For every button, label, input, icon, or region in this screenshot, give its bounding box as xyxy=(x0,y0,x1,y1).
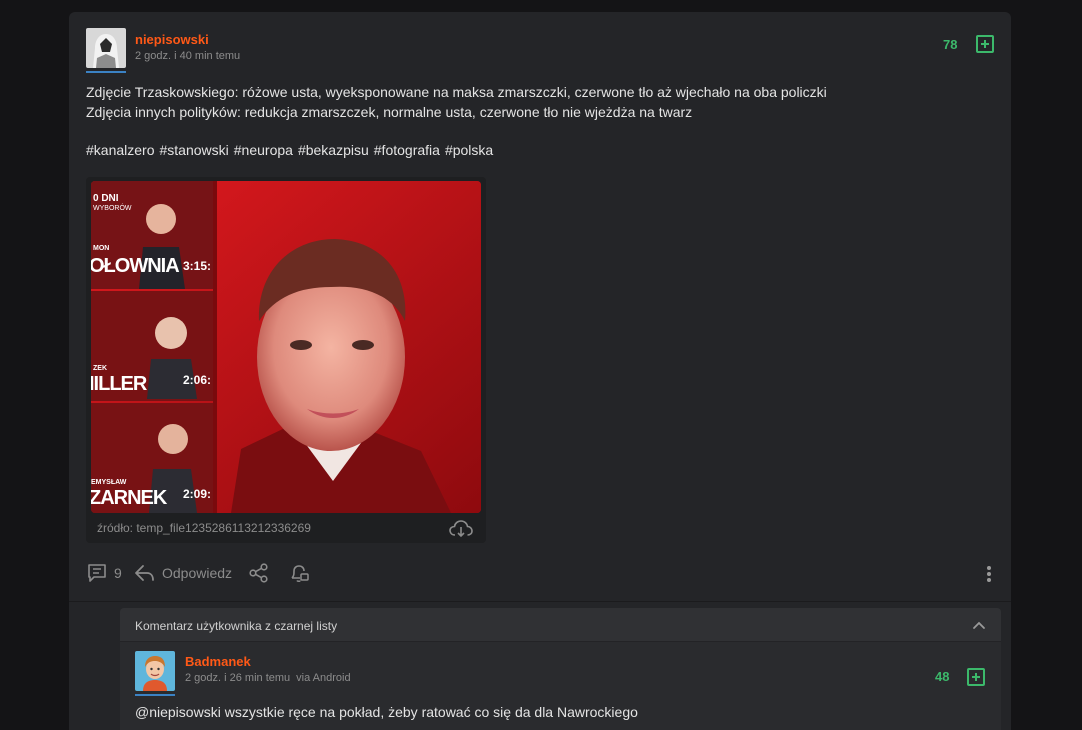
avatar-underline xyxy=(86,71,126,73)
comment-card: Komentarz użytkownika z czarnej listy Ba… xyxy=(120,608,1001,730)
thumb-days-label: 0 DNI xyxy=(93,193,119,204)
tag-link[interactable]: #kanalzero xyxy=(86,142,155,158)
tag-link[interactable]: #stanowski xyxy=(160,142,229,158)
thumb-name-small: EMYSŁAW xyxy=(91,479,127,486)
post-image-card: 0 DNI WYBORÓW MON OŁOWNIA 3:15: ZEK IILL… xyxy=(86,177,486,543)
comment-vote-count: 48 xyxy=(935,669,950,684)
image-source[interactable]: źródło: temp_file1235286113212336269 xyxy=(97,521,311,535)
thumb-name: IILLER xyxy=(91,373,147,395)
post-card: niepisowski 2 godz. i 40 min temu 78 Zdj… xyxy=(69,12,1011,730)
comments-icon xyxy=(88,564,106,582)
post-actions: 9 Odpowiedz xyxy=(86,563,996,585)
cloud-download-icon[interactable] xyxy=(448,519,474,539)
thumb-name: ZARNEK xyxy=(91,487,167,509)
tag-link[interactable]: #polska xyxy=(445,142,493,158)
bell-icon xyxy=(291,565,309,583)
comment-via: via Android xyxy=(296,672,351,684)
author-avatar[interactable] xyxy=(86,28,126,68)
tag-link[interactable]: #fotografia xyxy=(374,142,440,158)
user-mention[interactable]: @niepisowski xyxy=(135,704,221,720)
share-icon xyxy=(249,563,268,583)
thumb-name-small: MON xyxy=(93,245,110,252)
post-author-name[interactable]: niepisowski xyxy=(135,32,209,47)
tag-link[interactable]: #bekazpisu xyxy=(298,142,369,158)
reply-button[interactable]: Odpowiedz xyxy=(134,563,232,583)
post-divider xyxy=(69,601,1011,602)
post-body-line: Zdjęcie Trzaskowskiego: różowe usta, wye… xyxy=(86,84,827,100)
comment-author-name[interactable]: Badmanek xyxy=(185,654,251,669)
post-tags: #kanalzero #stanowski #neuropa #bekazpisu #f… xyxy=(86,142,498,158)
share-button[interactable] xyxy=(248,563,270,583)
comment-body: @niepisowski wszystkie ręce na pokład, ż… xyxy=(135,704,638,720)
avatar-underline xyxy=(135,694,175,696)
reply-icon xyxy=(135,565,154,581)
post-vote-count: 78 xyxy=(943,37,958,52)
comment-timestamp[interactable]: 2 godz. i 26 min temu xyxy=(185,672,290,684)
blacklist-toggle[interactable]: Komentarz użytkownika z czarnej listy xyxy=(120,608,1001,642)
blacklist-label: Komentarz użytkownika z czarnej listy xyxy=(135,619,338,633)
tag-link[interactable]: #neuropa xyxy=(234,142,293,158)
post-body-line: Zdjęcia innych polityków: redukcja zmars… xyxy=(86,104,693,120)
chevron-up-icon xyxy=(973,621,985,629)
comment-meta: 2 godz. i 26 min temu via Android xyxy=(185,672,351,684)
post-body: Zdjęcie Trzaskowskiego: różowe usta, wye… xyxy=(86,82,827,122)
post-timestamp[interactable]: 2 godz. i 40 min temu xyxy=(135,50,240,62)
comment-text: wszystkie ręce na pokład, żeby ratować c… xyxy=(220,704,638,720)
thumb-duration: 2:09: xyxy=(183,487,212,501)
more-options-icon[interactable] xyxy=(982,563,996,585)
post-upvote-button[interactable] xyxy=(976,35,994,53)
thumb-duration: 2:06: xyxy=(183,373,212,387)
thumb-days-sub: WYBORÓW xyxy=(93,205,132,212)
post-image[interactable]: 0 DNI WYBORÓW MON OŁOWNIA 3:15: ZEK IILL… xyxy=(91,181,481,513)
thumb-name: OŁOWNIA xyxy=(91,255,180,277)
reply-label: Odpowiedz xyxy=(162,565,233,581)
thumb-name-small: ZEK xyxy=(93,365,107,372)
notifications-button[interactable] xyxy=(288,563,310,583)
comments-count: 9 xyxy=(114,565,122,581)
thumb-duration: 3:15: xyxy=(183,259,212,273)
comments-button[interactable]: 9 xyxy=(86,563,122,583)
comment-author-avatar[interactable] xyxy=(135,651,175,691)
comment-upvote-button[interactable] xyxy=(967,668,985,686)
